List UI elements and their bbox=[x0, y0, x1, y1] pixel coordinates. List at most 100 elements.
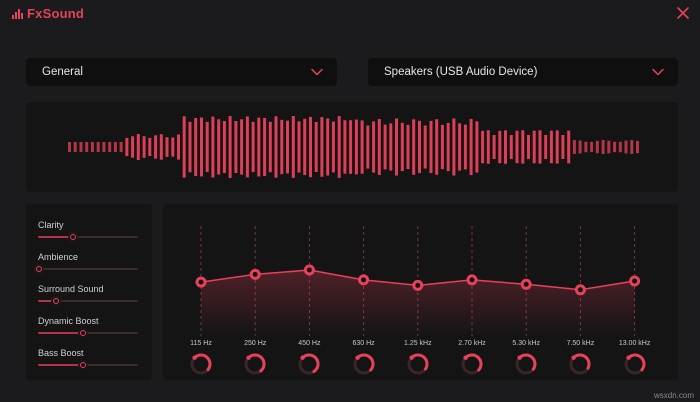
bass-boost-slider-handle[interactable] bbox=[78, 360, 88, 370]
eq-band-handle-2[interactable] bbox=[303, 264, 315, 276]
visualizer-bar bbox=[245, 116, 249, 178]
visualizer-bar bbox=[79, 142, 83, 152]
eq-band-knob-0[interactable] bbox=[189, 352, 213, 376]
eq-band-label: 250 Hz bbox=[244, 340, 267, 347]
close-icon bbox=[677, 7, 689, 19]
eq-band-handle-0[interactable] bbox=[195, 276, 207, 288]
visualizer-bar bbox=[90, 142, 94, 152]
surround-sound-slider[interactable] bbox=[38, 296, 138, 306]
effect-label: Surround Sound bbox=[38, 284, 104, 294]
eq-band-handle-4[interactable] bbox=[412, 279, 424, 291]
eq-band-label: 630 Hz bbox=[352, 340, 375, 347]
ambience-slider-handle[interactable] bbox=[34, 264, 44, 274]
visualizer-bar bbox=[452, 118, 456, 176]
visualizer-bar bbox=[406, 124, 410, 169]
effect-label: Dynamic Boost bbox=[38, 316, 99, 326]
eq-band-knob-7[interactable] bbox=[568, 352, 592, 376]
bass-boost-slider[interactable] bbox=[38, 360, 138, 370]
equalizer-panel: 115 Hz 250 Hz 450 Hz 630 Hz 1.25 kHz 2.70 kHz… bbox=[163, 204, 678, 380]
effect-clarity: Clarity bbox=[38, 220, 142, 242]
close-button[interactable] bbox=[674, 4, 692, 22]
preset-dropdown[interactable]: General bbox=[26, 58, 337, 86]
clarity-slider[interactable] bbox=[38, 232, 138, 242]
visualizer-bar bbox=[194, 118, 198, 176]
visualizer-bar bbox=[234, 121, 238, 173]
visualizer-bar bbox=[395, 118, 398, 176]
visualizer-bar bbox=[360, 120, 364, 174]
visualizer-bar bbox=[171, 137, 175, 157]
visualizer-bar bbox=[297, 121, 301, 173]
visualizer-bar bbox=[205, 121, 209, 172]
surround-sound-slider-handle[interactable] bbox=[51, 296, 61, 306]
visualizer-bar bbox=[228, 116, 232, 178]
visualizer-bar bbox=[440, 124, 444, 170]
ambience-slider[interactable] bbox=[34, 264, 138, 274]
visualizer-bar bbox=[435, 119, 439, 175]
visualizer-bar bbox=[630, 140, 634, 154]
eq-band-label: 115 Hz bbox=[190, 340, 212, 347]
visualizer-bar bbox=[532, 130, 536, 164]
visualizer-bar bbox=[331, 121, 335, 173]
visualizer-bar bbox=[96, 142, 100, 152]
visualizer-bar bbox=[504, 130, 507, 164]
visualizer-bar bbox=[636, 140, 639, 154]
audio-visualizer bbox=[26, 102, 678, 192]
visualizer-bar bbox=[469, 119, 473, 176]
preset-dropdown-value: General bbox=[42, 66, 83, 78]
effects-panel: Clarity Ambience Surround Sound Dynamic … bbox=[26, 204, 152, 380]
effect-label: Clarity bbox=[38, 220, 64, 230]
eq-band-handle-1[interactable] bbox=[249, 268, 261, 280]
eq-band-label: 1.25 kHz bbox=[403, 340, 432, 347]
visualizer-bar bbox=[624, 140, 628, 154]
visualizer-bar bbox=[412, 119, 416, 175]
eq-band-knob-4[interactable] bbox=[406, 352, 430, 376]
dynamic-boost-slider-handle[interactable] bbox=[78, 328, 88, 338]
visualizer-bar bbox=[555, 130, 559, 164]
visualizer-bar bbox=[102, 142, 106, 152]
effect-label: Bass Boost bbox=[38, 348, 84, 358]
eq-band-handle-5[interactable] bbox=[466, 274, 478, 286]
visualizer-bar bbox=[561, 135, 565, 159]
effect-dynamic-boost: Dynamic Boost bbox=[38, 316, 142, 338]
visualizer-bar bbox=[400, 122, 404, 172]
clarity-slider-handle[interactable] bbox=[68, 232, 78, 242]
visualizer-bar bbox=[618, 141, 622, 153]
visualizer-bar bbox=[538, 130, 542, 164]
output-device-dropdown[interactable]: Speakers (USB Audio Device) bbox=[368, 58, 678, 86]
eq-band-knob-1[interactable] bbox=[243, 352, 267, 376]
effect-label: Ambience bbox=[38, 252, 79, 262]
effect-ambience: Ambience bbox=[34, 252, 142, 274]
visualizer-bar bbox=[142, 136, 146, 158]
visualizer-bar bbox=[423, 125, 427, 169]
visualizer-bar bbox=[291, 116, 295, 178]
visualizer-bar bbox=[527, 135, 530, 159]
dynamic-boost-slider[interactable] bbox=[38, 328, 138, 338]
eq-band-knob-8[interactable] bbox=[623, 352, 647, 376]
visualizer-bar bbox=[165, 137, 169, 157]
eq-band-handle-3[interactable] bbox=[358, 274, 370, 286]
eq-band-knob-2[interactable] bbox=[297, 352, 321, 376]
visualizer-bar bbox=[303, 118, 307, 176]
visualizer-bar bbox=[590, 141, 594, 153]
eq-band-handle-7[interactable] bbox=[574, 284, 586, 296]
visualizer-bar bbox=[475, 121, 479, 173]
visualizer-bar bbox=[613, 141, 617, 153]
eq-band-label: 450 Hz bbox=[298, 340, 321, 347]
eq-band-label: 13.00 kHz bbox=[618, 340, 651, 347]
visualizer-bar bbox=[601, 140, 605, 154]
chevron-down-icon bbox=[311, 68, 323, 76]
visualizer-bar bbox=[119, 142, 123, 152]
visualizer-bar bbox=[337, 116, 341, 178]
watermark: wsxdn.com bbox=[653, 391, 694, 400]
eq-curve-fill bbox=[201, 270, 635, 336]
eq-band-knob-6[interactable] bbox=[514, 352, 538, 376]
visualizer-bar bbox=[136, 134, 140, 160]
visualizer-bar bbox=[251, 121, 255, 173]
eq-band-handle-8[interactable] bbox=[629, 275, 641, 287]
eq-band-knob-5[interactable] bbox=[460, 352, 484, 376]
effect-bass-boost: Bass Boost bbox=[38, 348, 142, 370]
visualizer-bar bbox=[113, 142, 117, 152]
eq-band-knob-3[interactable] bbox=[352, 352, 376, 376]
eq-band-handle-6[interactable] bbox=[520, 278, 532, 290]
visualizer-bar bbox=[85, 142, 89, 152]
